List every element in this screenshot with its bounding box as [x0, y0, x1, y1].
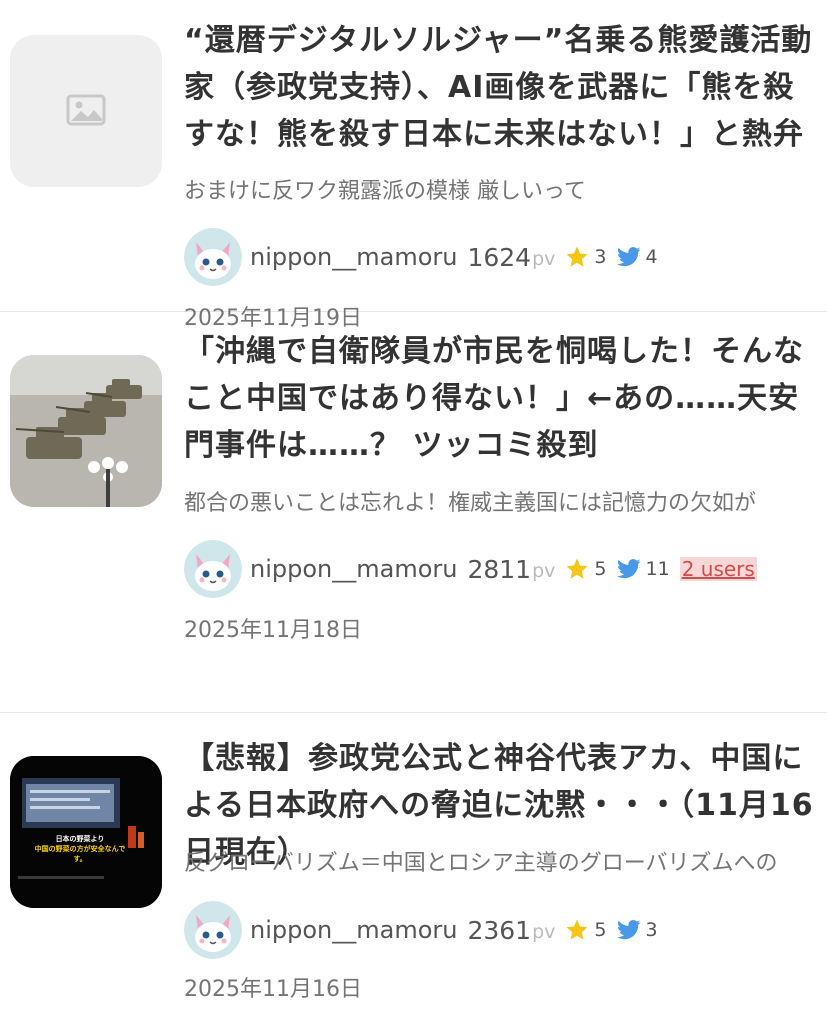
- page-view-count: 1624: [467, 242, 532, 272]
- author-name[interactable]: nippon__mamoru: [250, 243, 457, 271]
- article-item[interactable]: “還暦デジタルソルジャー”名乗る熊愛護活動家（参政党支持）、AI画像を武器に「熊…: [0, 0, 827, 331]
- twitter-bird-icon: [616, 920, 640, 940]
- page-view-count: 2361: [467, 915, 532, 945]
- star-stat[interactable]: 5: [565, 918, 607, 942]
- article-meta: nippon__mamoru 1624 pv 3 4: [184, 228, 658, 286]
- star-stat[interactable]: 3: [565, 245, 607, 269]
- cat-mascot-icon: [184, 901, 242, 959]
- article-meta: nippon__mamoru 2811 pv 5 11 2 users: [184, 540, 757, 598]
- article-thumbnail[interactable]: [10, 355, 162, 507]
- cat-mascot-icon: [184, 540, 242, 598]
- article-date: 2025年11月16日: [184, 977, 362, 1002]
- tweet-stat[interactable]: 4: [616, 246, 658, 268]
- star-icon: [566, 919, 588, 940]
- article-feed: “還暦デジタルソルジャー”名乗る熊愛護活動家（参政党支持）、AI画像を武器に「熊…: [0, 0, 827, 1022]
- article-title[interactable]: 「沖縄で自衛隊員が市民を恫喝した！そんなこと中国ではあり得ない！」←あの……天安…: [184, 328, 814, 469]
- star-icon: [566, 558, 588, 579]
- page-view-unit: pv: [532, 560, 556, 582]
- users-bookmark-link[interactable]: 2 users: [679, 557, 757, 581]
- author-name[interactable]: nippon__mamoru: [250, 916, 457, 944]
- article-thumbnail[interactable]: [10, 35, 162, 187]
- image-placeholder-icon: [66, 94, 106, 126]
- article-excerpt: 都合の悪いことは忘れよ！権威主義国には記憶力の欠如が: [184, 491, 757, 516]
- page-view-unit: pv: [532, 248, 556, 270]
- star-icon: [566, 246, 588, 267]
- twitter-bird-icon: [616, 247, 640, 267]
- avatar[interactable]: [184, 228, 242, 286]
- thumbnail-caption-line-2: 中国の野菜の方が安全なんです。: [34, 845, 126, 863]
- star-stat[interactable]: 5: [565, 557, 607, 581]
- article-title[interactable]: “還暦デジタルソルジャー”名乗る熊愛護活動家（参政党支持）、AI画像を武器に「熊…: [184, 17, 814, 158]
- article-meta: nippon__mamoru 2361 pv 5 3: [184, 901, 658, 959]
- article-item[interactable]: 日本の野菜より 中国の野菜の方が安全なんです。 【悲報】参政党公式と神谷代表アカ…: [0, 713, 827, 1022]
- article-excerpt: 反グローバリズム＝中国とロシア主導のグローバリズムへの: [184, 851, 778, 876]
- tweet-count: 11: [645, 558, 670, 580]
- avatar[interactable]: [184, 901, 242, 959]
- tweet-count: 3: [645, 919, 658, 941]
- page-view-unit: pv: [532, 921, 556, 943]
- tweet-count: 4: [645, 246, 658, 268]
- star-count: 3: [594, 246, 607, 268]
- author-name[interactable]: nippon__mamoru: [250, 555, 457, 583]
- twitter-bird-icon: [616, 559, 640, 579]
- article-thumbnail[interactable]: 日本の野菜より 中国の野菜の方が安全なんです。: [10, 756, 162, 908]
- star-count: 5: [594, 558, 607, 580]
- cat-mascot-icon: [184, 228, 242, 286]
- article-item[interactable]: 「沖縄で自衛隊員が市民を恫喝した！そんなこと中国ではあり得ない！」←あの……天安…: [0, 334, 827, 713]
- stage-screen-photo-icon: [10, 756, 162, 908]
- thumbnail-caption-line-1: 日本の野菜より: [55, 835, 105, 843]
- article-excerpt: おまけに反ワク親露派の模様 厳しいって: [184, 179, 586, 204]
- page-view-count: 2811: [467, 554, 532, 584]
- thumbnail-caption: 日本の野菜より 中国の野菜の方が安全なんです。: [30, 834, 130, 864]
- tweet-stat[interactable]: 11: [616, 558, 670, 580]
- avatar[interactable]: [184, 540, 242, 598]
- article-date: 2025年11月18日: [184, 618, 362, 643]
- star-count: 5: [594, 919, 607, 941]
- tweet-stat[interactable]: 3: [616, 919, 658, 941]
- tanks-photo-icon: [10, 355, 162, 507]
